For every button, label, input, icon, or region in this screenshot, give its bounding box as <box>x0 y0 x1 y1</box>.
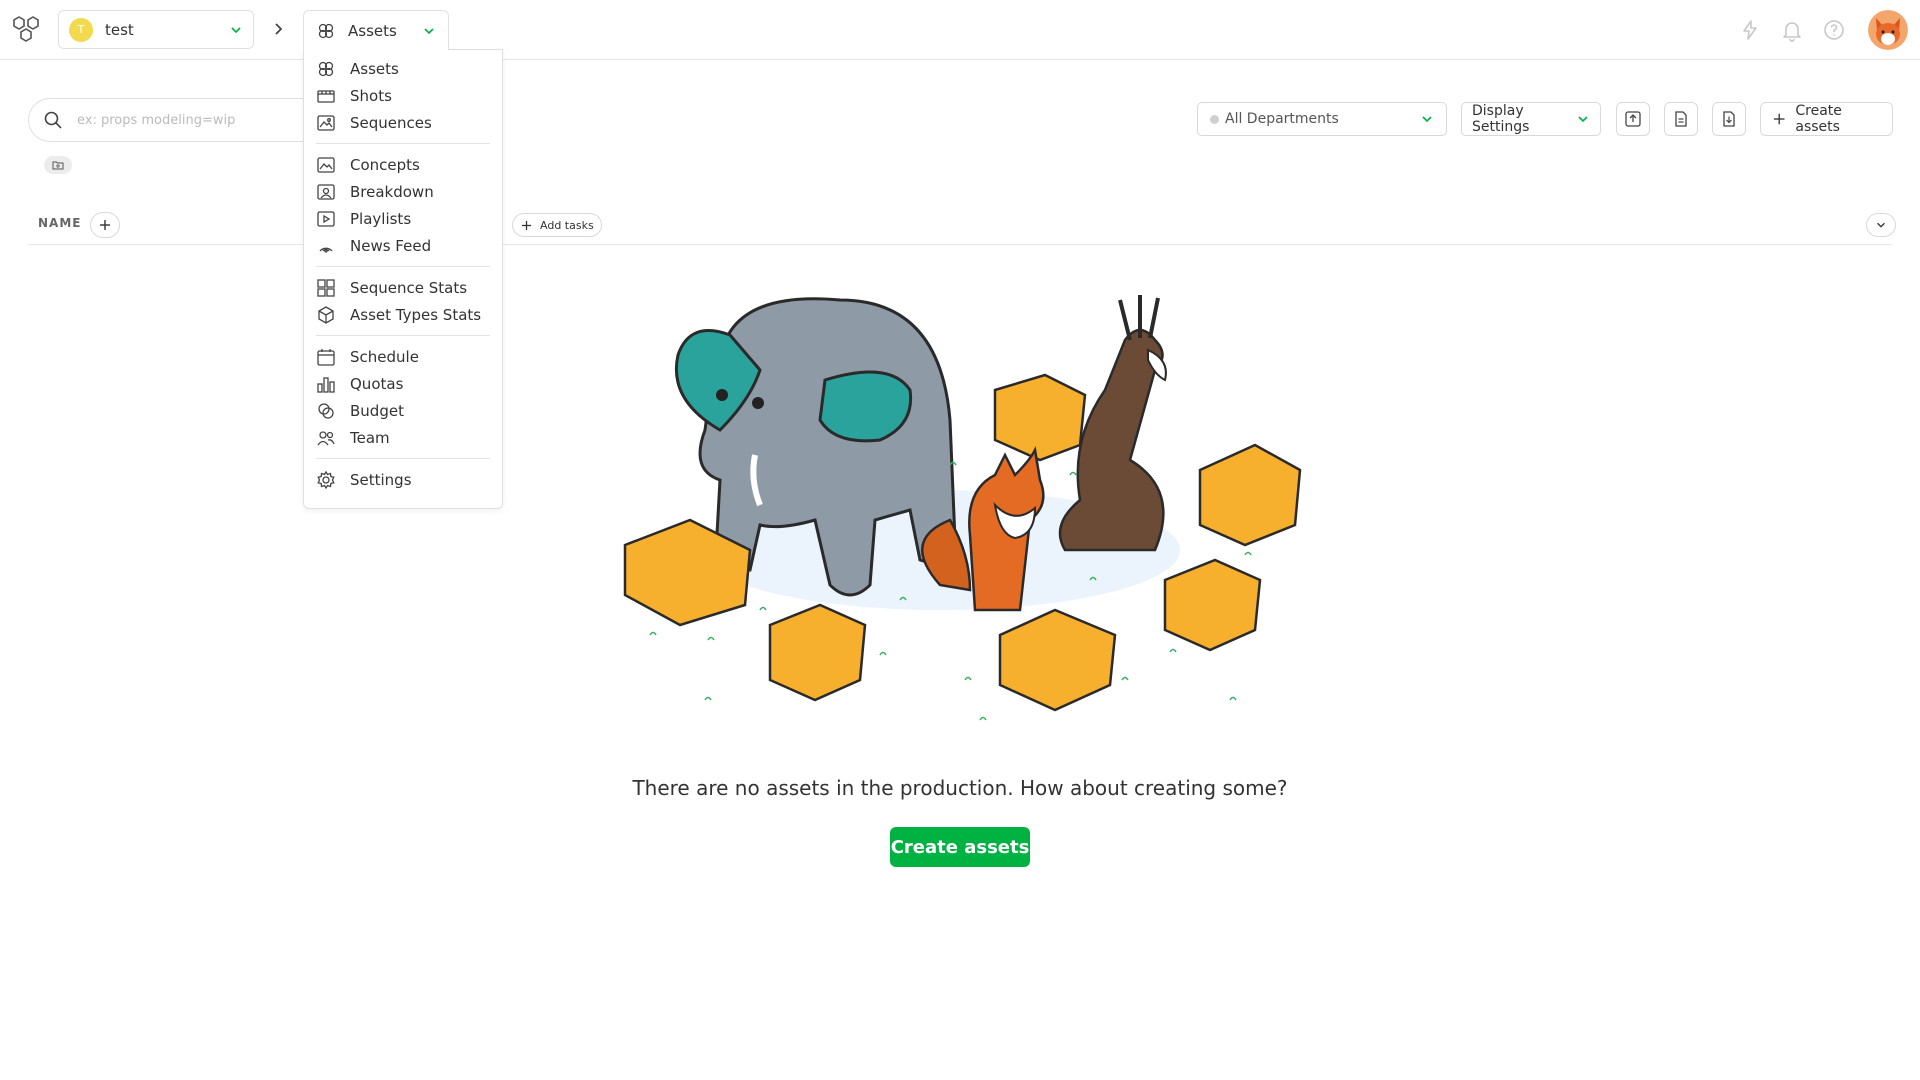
chevron-down-icon <box>1877 222 1885 228</box>
menu-item-assets[interactable]: Assets <box>304 55 502 82</box>
sequence-stats-icon <box>317 278 335 297</box>
menu-item-schedule[interactable]: Schedule <box>304 343 502 370</box>
lightning-icon[interactable] <box>1738 18 1762 42</box>
menu-item-label: Team <box>350 428 390 447</box>
chevron-down-icon <box>1578 116 1588 123</box>
add-tasks-button[interactable]: Add tasks <box>512 213 602 237</box>
concepts-icon <box>317 156 335 173</box>
upload-icon <box>1625 111 1641 127</box>
create-assets-cta-button[interactable]: Create assets <box>890 827 1030 867</box>
top-bar: T test <box>0 0 1920 60</box>
team-icon <box>317 430 335 445</box>
calendar-icon <box>317 348 335 366</box>
department-dot <box>1210 114 1219 124</box>
sequences-icon <box>317 114 335 131</box>
add-column-button[interactable] <box>90 212 120 238</box>
production-avatar: T <box>69 17 93 42</box>
production-selector[interactable]: T test <box>58 10 254 49</box>
create-assets-button[interactable]: Create assets <box>1760 102 1893 136</box>
chevron-down-icon <box>424 27 434 34</box>
menu-separator <box>316 458 490 459</box>
search-icon <box>44 111 62 129</box>
quotas-icon <box>317 376 335 393</box>
gear-icon <box>317 470 335 489</box>
menu-item-label: Settings <box>350 470 412 489</box>
chevron-down-icon <box>1422 116 1432 123</box>
download-button[interactable] <box>1712 102 1746 136</box>
budget-icon <box>318 402 334 419</box>
section-dropdown-menu: Assets Shots Sequences Concepts Breakdown Pla… <box>303 49 503 509</box>
section-selector[interactable]: Assets <box>303 10 449 50</box>
display-settings-label: Display Settings <box>1472 103 1530 135</box>
menu-item-breakdown[interactable]: Breakdown <box>304 178 502 205</box>
create-assets-label: Create assets <box>1795 103 1842 135</box>
menu-separator <box>316 143 490 144</box>
folder-icon <box>52 161 64 170</box>
menu-item-budget[interactable]: Budget <box>304 397 502 424</box>
search-box <box>28 98 304 142</box>
user-avatar[interactable] <box>1868 10 1908 50</box>
menu-item-label: Schedule <box>350 347 419 366</box>
file-icon <box>1675 111 1687 127</box>
menu-item-asset-types-stats[interactable]: Asset Types Stats <box>304 301 502 328</box>
search-input[interactable] <box>77 112 277 128</box>
chevron-right-icon <box>275 23 283 35</box>
display-settings-button[interactable]: Display Settings <box>1461 102 1601 136</box>
add-tasks-label: Add tasks <box>540 218 594 232</box>
department-filter[interactable]: All Departments <box>1197 102 1447 136</box>
help-icon[interactable] <box>1822 18 1846 42</box>
menu-item-playlists[interactable]: Playlists <box>304 205 502 232</box>
plus-icon <box>1773 113 1785 125</box>
menu-item-label: Shots <box>350 86 392 105</box>
assets-icon <box>318 23 334 38</box>
menu-separator <box>316 266 490 267</box>
menu-item-label: Breakdown <box>350 182 434 201</box>
production-name: test <box>105 20 134 39</box>
breakdown-icon <box>317 183 335 200</box>
menu-item-settings[interactable]: Settings <box>304 466 502 493</box>
empty-state-message: There are no assets in the production. H… <box>632 776 1288 800</box>
shots-icon <box>317 89 335 103</box>
empty-state-illustration <box>623 295 1302 721</box>
menu-item-sequence-stats[interactable]: Sequence Stats <box>304 274 502 301</box>
assets-icon <box>318 61 334 76</box>
menu-item-label: Assets <box>350 59 399 78</box>
menu-separator <box>316 335 490 336</box>
department-filter-label: All Departments <box>1225 111 1339 127</box>
asset-types-stats-icon <box>318 305 334 324</box>
menu-item-news-feed[interactable]: News Feed <box>304 232 502 259</box>
menu-item-label: Playlists <box>350 209 412 228</box>
export-button[interactable] <box>1664 102 1698 136</box>
menu-item-label: Concepts <box>350 155 420 174</box>
menu-item-label: Sequence Stats <box>350 278 468 297</box>
import-button[interactable] <box>1616 102 1650 136</box>
news-feed-icon <box>319 247 333 253</box>
menu-item-label: News Feed <box>350 236 432 255</box>
kitsu-logo-icon[interactable] <box>8 12 44 48</box>
download-icon <box>1723 111 1735 127</box>
menu-item-sequences[interactable]: Sequences <box>304 109 502 136</box>
playlists-icon <box>317 210 335 227</box>
top-right-actions <box>1738 10 1920 50</box>
section-selector-label: Assets <box>348 21 397 40</box>
chevron-down-icon <box>231 26 241 33</box>
name-column-header: NAME <box>38 216 82 230</box>
plus-icon <box>521 220 532 230</box>
menu-item-label: Asset Types Stats <box>350 305 482 324</box>
collapse-button[interactable] <box>1866 213 1896 237</box>
menu-item-label: Quotas <box>350 374 404 393</box>
saved-searches-button[interactable] <box>44 156 72 174</box>
bell-icon[interactable] <box>1780 18 1804 42</box>
menu-item-label: Budget <box>350 401 404 420</box>
menu-item-concepts[interactable]: Concepts <box>304 151 502 178</box>
menu-item-label: Sequences <box>350 113 432 132</box>
fox-avatar-icon <box>1868 10 1908 50</box>
plus-icon <box>100 220 110 230</box>
menu-item-team[interactable]: Team <box>304 424 502 451</box>
menu-item-quotas[interactable]: Quotas <box>304 370 502 397</box>
menu-item-shots[interactable]: Shots <box>304 82 502 109</box>
